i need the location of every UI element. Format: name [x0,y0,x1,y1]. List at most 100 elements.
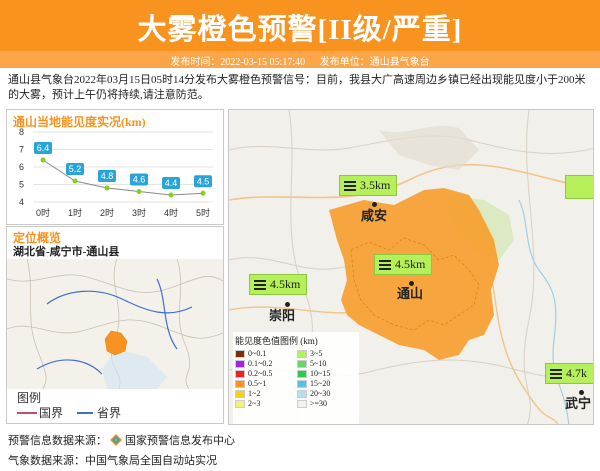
legend-item: 20~30 [297,389,355,398]
fog-map-panel[interactable]: 3.5km 4.5km 4.5km 4.7k 咸安 通山 崇阳 武宁 能见度色值… [228,109,594,425]
data-label: 4.4 [165,178,178,188]
visibility-color-legend: 能见度色值图例 (km) 0~0.1 3~5 0.1~0.2 5~10 0.2~0.5 1… [233,332,359,424]
legend-item: 10~15 [297,369,355,378]
warning-meta: 发布时间：2022-03-15 05:17:40 发布单位：通山县气象台 [0,51,600,68]
data-label: 4.6 [133,175,146,185]
legend-label: 15~20 [310,379,331,388]
visibility-value: 3.5km [360,178,391,192]
list-icon [254,278,266,292]
legend-swatch [297,359,307,368]
legend-swatch [297,399,307,408]
legend-label: 0.2~0.5 [248,369,273,378]
footer-source1-prefix: 预警信息数据来源： [8,435,107,447]
city-xianan: 咸安 [361,208,388,223]
y-tick-label: 8 [19,127,24,137]
data-label: 5.2 [69,164,82,174]
legend-label: 3~5 [310,349,323,358]
legend-swatch [235,359,245,368]
legend-swatch [235,379,245,388]
warning-title: 大雾橙色预警[II级/严重] [137,14,463,46]
legend-item: 5~10 [297,359,355,368]
visibility-label-tongshan[interactable]: 4.5km [374,254,433,275]
legend-swatch [297,349,307,358]
x-tick-label: 0时 [36,207,50,218]
footer-source1: 预警信息数据来源： 国家预警信息发布中心 [8,432,235,448]
legend-label: 0.5~1 [248,379,267,388]
y-tick-label: 5 [19,180,24,190]
data-label: 6.4 [37,143,50,153]
visibility-label-wuning[interactable]: 4.7k [545,363,593,384]
legend-label: 20~30 [310,389,331,398]
x-tick-label: 5时 [196,207,210,218]
legend-label: >=30 [310,399,328,408]
publish-time: 发布时间：2022-03-15 05:17:40 [170,57,306,68]
legend-swatch [235,389,245,398]
visibility-legend-title: 能见度色值图例 (km) [235,336,318,346]
visibility-value: 4.5km [395,257,426,271]
visibility-label-xianan[interactable]: 3.5km [339,175,398,196]
location-region: 湖北省-咸宁市-通山县 [13,246,120,258]
legend-item: 3~5 [297,349,355,358]
legend-province-border: 省界 [97,406,122,420]
visibility-chart: 4 5 6 7 8 6.4 0时 5.2 1时 4.8 2时 4.6 3时 4.4 4时 4.5 5时 [19,127,213,218]
national-border-swatch [21,412,37,414]
data-point [104,185,110,191]
legend-label: 0.1~0.2 [248,359,273,368]
legend-swatch [235,369,245,378]
province-border-swatch [77,412,93,414]
list-icon [550,367,562,381]
publish-unit: 发布单位：通山县气象台 [319,57,430,68]
data-point [200,190,206,196]
visibility-value: 4.7k [566,366,587,380]
data-point [40,157,46,163]
footer-source1-name[interactable]: 国家预警信息发布中心 [125,432,235,448]
legend-item: >=30 [297,399,355,408]
list-icon [344,179,356,193]
y-tick-label: 6 [19,162,24,172]
x-tick-label: 4时 [164,207,178,218]
data-point [136,189,142,194]
visibility-label-chongyang[interactable]: 4.5km [249,274,308,295]
footer-source2: 气象数据来源：中国气象局全国自动站实况 [8,455,217,467]
visibility-label-edge[interactable] [565,175,593,199]
y-tick-label: 4 [19,197,24,207]
overview-legend: 图例 国界 省界 [15,389,135,423]
legend-national-border: 国界 [39,406,64,420]
location-panel: 定位概览 湖北省-咸宁市-通山县 图例 国界 省界 [6,226,224,424]
city-tongshan: 通山 [397,286,424,301]
data-point [72,178,78,184]
data-label: 4.5 [197,176,210,186]
overview-legend-title: 图例 [17,391,42,405]
data-label: 4.8 [101,171,114,181]
legend-item: 0.5~1 [235,379,293,388]
visibility-value: 4.5km [270,277,301,291]
x-tick-label: 2时 [100,207,114,218]
legend-label: 1~2 [248,389,261,398]
legend-item: 1~2 [235,389,293,398]
legend-label: 10~15 [310,369,331,378]
x-tick-label: 3时 [132,207,146,218]
legend-item: 2~3 [235,399,293,408]
legend-swatch [297,389,307,398]
legend-swatch [297,369,307,378]
visibility-legend-grid: 0~0.1 3~5 0.1~0.2 5~10 0.2~0.5 10~15 0.5~1 15~2… [233,349,359,408]
legend-item: 0.2~0.5 [235,369,293,378]
data-point [168,192,174,198]
x-tick-label: 1时 [68,207,82,218]
warning-description: 通山县气象台2022年03月15日05时14分发布大雾橙色预警信号：目前，我县大… [8,74,586,101]
legend-label: 2~3 [248,399,261,408]
legend-item: 0~0.1 [235,349,293,358]
legend-item: 0.1~0.2 [235,359,293,368]
warning-center-logo-icon [110,434,122,446]
y-tick-label: 7 [19,145,24,155]
legend-swatch [297,379,307,388]
legend-label: 5~10 [310,359,327,368]
visibility-panel: 通山当地能见度实况(km) 4 5 6 7 8 6.4 0时 5.2 1时 4.8 2时 4.6 3时 4… [6,109,224,225]
legend-label: 0~0.1 [248,349,267,358]
list-icon [379,258,391,272]
legend-swatch [235,349,245,358]
overview-map [7,259,223,389]
legend-swatch [235,399,245,408]
legend-item: 15~20 [297,379,355,388]
warning-banner: 大雾橙色预警[II级/严重] 发布时间：2022-03-15 05:17:40 … [0,0,600,68]
